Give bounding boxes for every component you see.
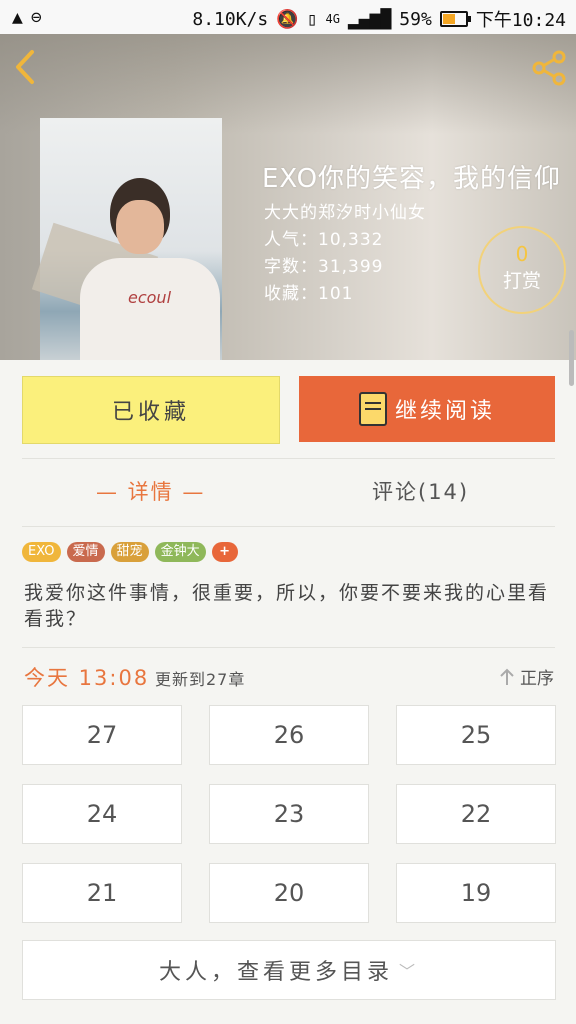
more-catalog-label: 大人，查看更多目录	[158, 960, 393, 985]
clock: 下午10:24	[475, 10, 566, 31]
tag-item[interactable]: 爱情	[66, 542, 105, 562]
tab-detail[interactable]: — 详情 —	[96, 476, 205, 506]
chapter-button[interactable]: 19	[396, 863, 556, 923]
chevron-down-icon: ﹀	[399, 962, 420, 981]
reward-label: 打赏	[502, 270, 541, 292]
sort-arrow-icon	[500, 668, 514, 685]
back-arrow-icon[interactable]	[10, 48, 44, 88]
more-dots-icon: ⊖	[30, 7, 42, 28]
vibrate-icon: ▯	[306, 8, 318, 30]
divider	[22, 647, 555, 648]
book-title: EXO你的笑容，我的信仰	[262, 164, 562, 194]
tag-item[interactable]: EXO	[22, 542, 61, 562]
status-bar: ▲ ⊖ 8.10K/s 🔕 ▯ 4G ▂▄▆█ 59% 下午10:24	[0, 0, 576, 34]
sort-label: 正序	[520, 669, 554, 689]
book-header: ecoul EXO你的笑容，我的信仰 大大的郑汐时小仙女 人气：10,332 字…	[0, 34, 576, 360]
chapter-button[interactable]: 27	[22, 705, 182, 765]
chapter-button[interactable]: 21	[22, 863, 182, 923]
book-word-count: 字数：31,399	[264, 257, 384, 277]
chapter-button[interactable]: 22	[396, 784, 556, 844]
network-type: 4G	[325, 12, 340, 26]
tag-item[interactable]: 金钟大	[154, 542, 206, 562]
signal-icon: ▂▄▆█	[347, 8, 392, 30]
mute-icon: 🔕	[276, 8, 299, 30]
chapter-button[interactable]: 24	[22, 784, 182, 844]
reward-button[interactable]: 0 打赏	[478, 226, 566, 314]
update-note: 更新到27章	[155, 670, 246, 689]
update-time: 今天 13:08	[24, 666, 150, 690]
divider	[22, 526, 555, 527]
chapter-button[interactable]: 20	[209, 863, 369, 923]
cover-shirt-text: ecoul	[128, 288, 172, 307]
scrollbar[interactable]	[569, 330, 574, 386]
book-author: 大大的郑汐时小仙女	[264, 203, 426, 223]
continue-reading-button[interactable]: 继续阅读	[299, 376, 555, 442]
share-icon[interactable]	[530, 50, 568, 86]
book-description: 我爱你这件事情，很重要，所以，你要不要来我的心里看看我？	[24, 582, 550, 630]
tab-comments[interactable]: 评论(14)	[372, 476, 469, 506]
book-popularity: 人气：10,332	[264, 230, 384, 250]
warning-icon: ▲	[12, 7, 23, 28]
chapter-button[interactable]: 23	[209, 784, 369, 844]
battery-icon	[439, 11, 471, 27]
book-cover: ecoul	[31, 118, 222, 360]
divider	[22, 458, 555, 459]
add-tag-button[interactable]: +	[211, 542, 238, 562]
chapter-button[interactable]: 25	[396, 705, 556, 765]
tag-item[interactable]: 甜宠	[110, 542, 149, 562]
tag-list: EXO 爱情 甜宠 金钟大 +	[22, 542, 238, 562]
collected-label: 已收藏	[111, 400, 190, 425]
reward-count: 0	[515, 242, 529, 266]
chapter-button[interactable]: 26	[209, 705, 369, 765]
book-favorites: 收藏：101	[264, 284, 354, 304]
collected-button[interactable]: 已收藏	[22, 376, 280, 444]
network-speed: 8.10K/s	[192, 8, 269, 30]
more-catalog-button[interactable]: 大人，查看更多目录 ﹀	[22, 940, 556, 1000]
battery-percent: 59%	[399, 8, 432, 30]
book-icon	[358, 392, 387, 426]
continue-reading-label: 继续阅读	[394, 399, 495, 424]
sort-toggle[interactable]: 正序	[500, 664, 554, 689]
